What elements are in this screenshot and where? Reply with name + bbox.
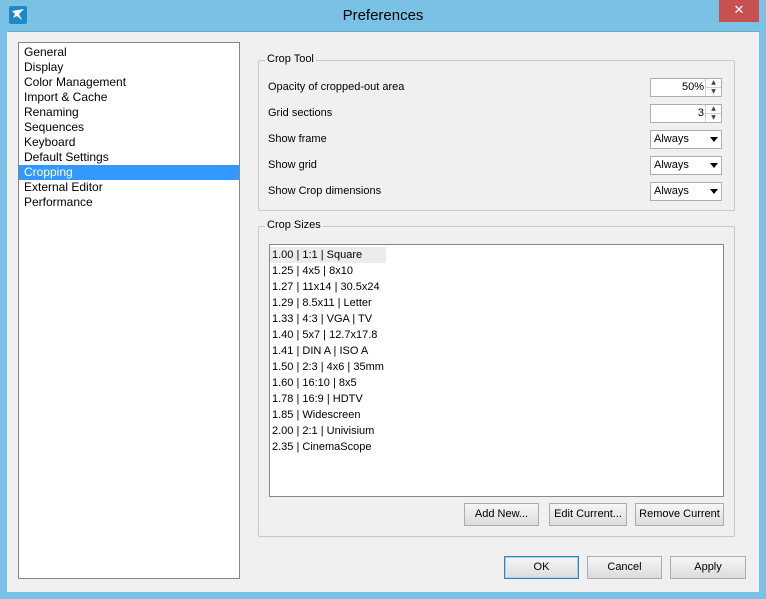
crop-sizes-list[interactable]: 1.00 | 1:1 | Square 1.25 | 4x5 | 8x10 1.… — [269, 244, 724, 497]
chevron-down-icon — [710, 163, 718, 168]
show-grid-dropdown[interactable]: Always — [650, 156, 722, 175]
spin-down-icon[interactable]: ▼ — [706, 114, 721, 122]
nav-item-keyboard[interactable]: Keyboard — [19, 135, 239, 150]
grid-sections-spin-buttons: ▲ ▼ — [705, 105, 721, 122]
show-grid-label: Show grid — [268, 159, 317, 171]
crop-tool-group-title: Crop Tool — [265, 53, 316, 65]
list-item[interactable]: 1.78 | 16:9 | HDTV — [270, 391, 723, 407]
window-frame-bottom — [0, 592, 766, 599]
show-crop-dimensions-value: Always — [654, 185, 689, 197]
grid-sections-value: 3 — [697, 107, 704, 119]
list-item[interactable]: 1.29 | 8.5x11 | Letter — [270, 295, 723, 311]
nav-item-general[interactable]: General — [19, 45, 239, 60]
opacity-value: 50% — [681, 81, 704, 93]
opacity-label: Opacity of cropped-out area — [268, 81, 405, 93]
preferences-nav-list[interactable]: General Display Color Management Import … — [18, 42, 240, 579]
close-button[interactable]: ✕ — [719, 0, 759, 22]
opacity-spin-buttons: ▲ ▼ — [705, 79, 721, 96]
nav-item-color-management[interactable]: Color Management — [19, 75, 239, 90]
show-grid-value: Always — [654, 159, 689, 171]
ok-button[interactable]: OK — [504, 556, 579, 579]
list-item[interactable]: 2.35 | CinemaScope — [270, 439, 723, 455]
remove-current-button[interactable]: Remove Current — [635, 503, 724, 526]
list-item[interactable]: 1.25 | 4x5 | 8x10 — [270, 263, 723, 279]
spin-up-icon[interactable]: ▲ — [706, 79, 721, 88]
list-item[interactable]: 1.33 | 4:3 | VGA | TV — [270, 311, 723, 327]
spin-up-icon[interactable]: ▲ — [706, 105, 721, 114]
chevron-down-icon — [710, 189, 718, 194]
list-item[interactable]: 1.40 | 5x7 | 12.7x17.8 — [270, 327, 723, 343]
show-frame-label: Show frame — [268, 133, 327, 145]
nav-item-display[interactable]: Display — [19, 60, 239, 75]
title-bar[interactable]: Preferences ✕ — [0, 0, 766, 32]
list-item[interactable]: 1.00 | 1:1 | Square — [270, 247, 386, 263]
nav-item-cropping[interactable]: Cropping — [19, 165, 239, 180]
list-item[interactable]: 1.27 | 11x14 | 30.5x24 — [270, 279, 723, 295]
grid-sections-spinbox[interactable]: 3 ▲ ▼ — [650, 104, 722, 123]
close-icon: ✕ — [733, 3, 745, 18]
list-item[interactable]: 2.00 | 2:1 | Univisium — [270, 423, 723, 439]
show-frame-value: Always — [654, 133, 689, 145]
crop-sizes-group-title: Crop Sizes — [265, 219, 323, 231]
opacity-spinbox[interactable]: 50% ▲ ▼ — [650, 78, 722, 97]
nav-item-sequences[interactable]: Sequences — [19, 120, 239, 135]
add-new-button[interactable]: Add New... — [464, 503, 539, 526]
window-title: Preferences — [342, 7, 424, 24]
window-frame-right — [759, 31, 766, 599]
list-item[interactable]: 1.50 | 2:3 | 4x6 | 35mm — [270, 359, 723, 375]
crop-sizes-group: Crop Sizes 1.00 | 1:1 | Square 1.25 | 4x… — [258, 219, 735, 537]
chevron-down-icon — [710, 137, 718, 142]
grid-sections-label: Grid sections — [268, 107, 333, 119]
cancel-button[interactable]: Cancel — [587, 556, 662, 579]
show-crop-dimensions-label: Show Crop dimensions — [268, 185, 382, 197]
window-frame-left — [0, 31, 7, 599]
apply-button[interactable]: Apply — [670, 556, 746, 579]
nav-item-performance[interactable]: Performance — [19, 195, 239, 210]
list-item[interactable]: 1.85 | Widescreen — [270, 407, 723, 423]
crop-tool-group: Crop Tool Opacity of cropped-out area 50… — [258, 53, 735, 211]
nav-item-import-cache[interactable]: Import & Cache — [19, 90, 239, 105]
spin-down-icon[interactable]: ▼ — [706, 88, 721, 96]
nav-item-external-editor[interactable]: External Editor — [19, 180, 239, 195]
show-frame-dropdown[interactable]: Always — [650, 130, 722, 149]
list-item[interactable]: 1.41 | DIN A | ISO A — [270, 343, 723, 359]
list-item[interactable]: 1.60 | 16:10 | 8x5 — [270, 375, 723, 391]
nav-item-renaming[interactable]: Renaming — [19, 105, 239, 120]
edit-current-button[interactable]: Edit Current... — [549, 503, 627, 526]
show-crop-dimensions-dropdown[interactable]: Always — [650, 182, 722, 201]
nav-item-default-settings[interactable]: Default Settings — [19, 150, 239, 165]
